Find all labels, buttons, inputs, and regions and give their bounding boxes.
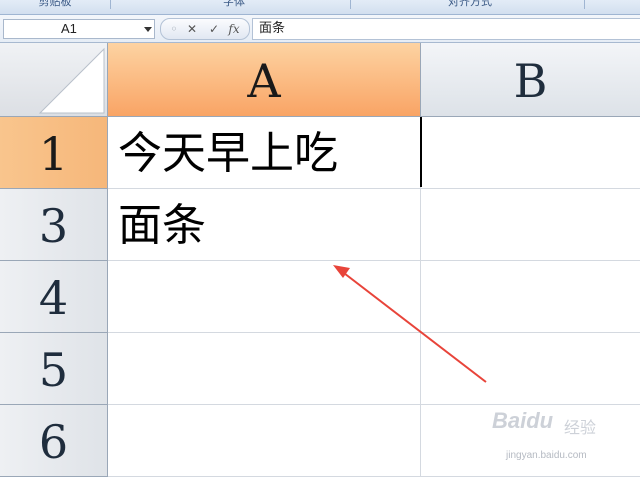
row-header-5[interactable]: 5 xyxy=(0,333,108,405)
cell-a5[interactable] xyxy=(108,333,421,405)
baidu-watermark: Baidu 经验 jingyan.baidu.com xyxy=(488,408,638,472)
select-all-triangle-icon xyxy=(38,47,105,114)
formula-bar: A1 ◦ ✕ ✓ fx 面条 xyxy=(0,15,640,43)
formula-input[interactable]: 面条 xyxy=(252,18,640,40)
watermark-url: jingyan.baidu.com xyxy=(506,450,587,461)
select-all-corner[interactable] xyxy=(0,43,108,117)
text-cursor xyxy=(420,117,422,187)
cell-a3-value: 面条 xyxy=(118,200,206,251)
cell-a1-value: 今天早上吃 xyxy=(118,128,338,179)
watermark-name: 经验 xyxy=(564,420,597,437)
cell-a3[interactable]: 面条 xyxy=(108,189,421,261)
name-box-value: A1 xyxy=(61,21,77,36)
ribbon-group-clipboard[interactable]: 剪贴板 xyxy=(0,0,111,9)
cell-b4[interactable] xyxy=(421,261,640,333)
row-header-1[interactable]: 1 xyxy=(0,117,108,189)
column-header-b[interactable]: B xyxy=(421,43,640,117)
insert-function-icon[interactable]: fx xyxy=(225,20,243,38)
chevron-down-icon[interactable] xyxy=(144,27,152,32)
cell-b5[interactable] xyxy=(421,333,640,405)
ribbon-group-font[interactable]: 字体 xyxy=(118,0,351,9)
cell-a6[interactable] xyxy=(108,405,421,477)
column-header-a[interactable]: A xyxy=(108,43,421,117)
ribbon-strip: 剪贴板 字体 对齐方式 xyxy=(0,0,640,15)
cell-a1[interactable]: 今天早上吃 xyxy=(108,117,421,189)
watermark-logo: Baidu xyxy=(492,408,554,433)
row-header-3[interactable]: 3 xyxy=(0,189,108,261)
enter-icon[interactable]: ✓ xyxy=(205,20,223,38)
name-box[interactable]: A1 xyxy=(3,19,155,39)
row-header-4[interactable]: 4 xyxy=(0,261,108,333)
formula-input-value: 面条 xyxy=(259,21,286,36)
cell-b1[interactable] xyxy=(421,117,640,189)
ribbon-group-alignment[interactable]: 对齐方式 xyxy=(356,0,585,9)
cancel-icon[interactable]: ✕ xyxy=(183,20,201,38)
formula-buttons: ◦ ✕ ✓ fx xyxy=(160,18,250,40)
cell-a4[interactable] xyxy=(108,261,421,333)
row-header-6[interactable]: 6 xyxy=(0,405,108,477)
cell-b3[interactable] xyxy=(421,189,640,261)
handle-icon: ◦ xyxy=(170,22,178,36)
